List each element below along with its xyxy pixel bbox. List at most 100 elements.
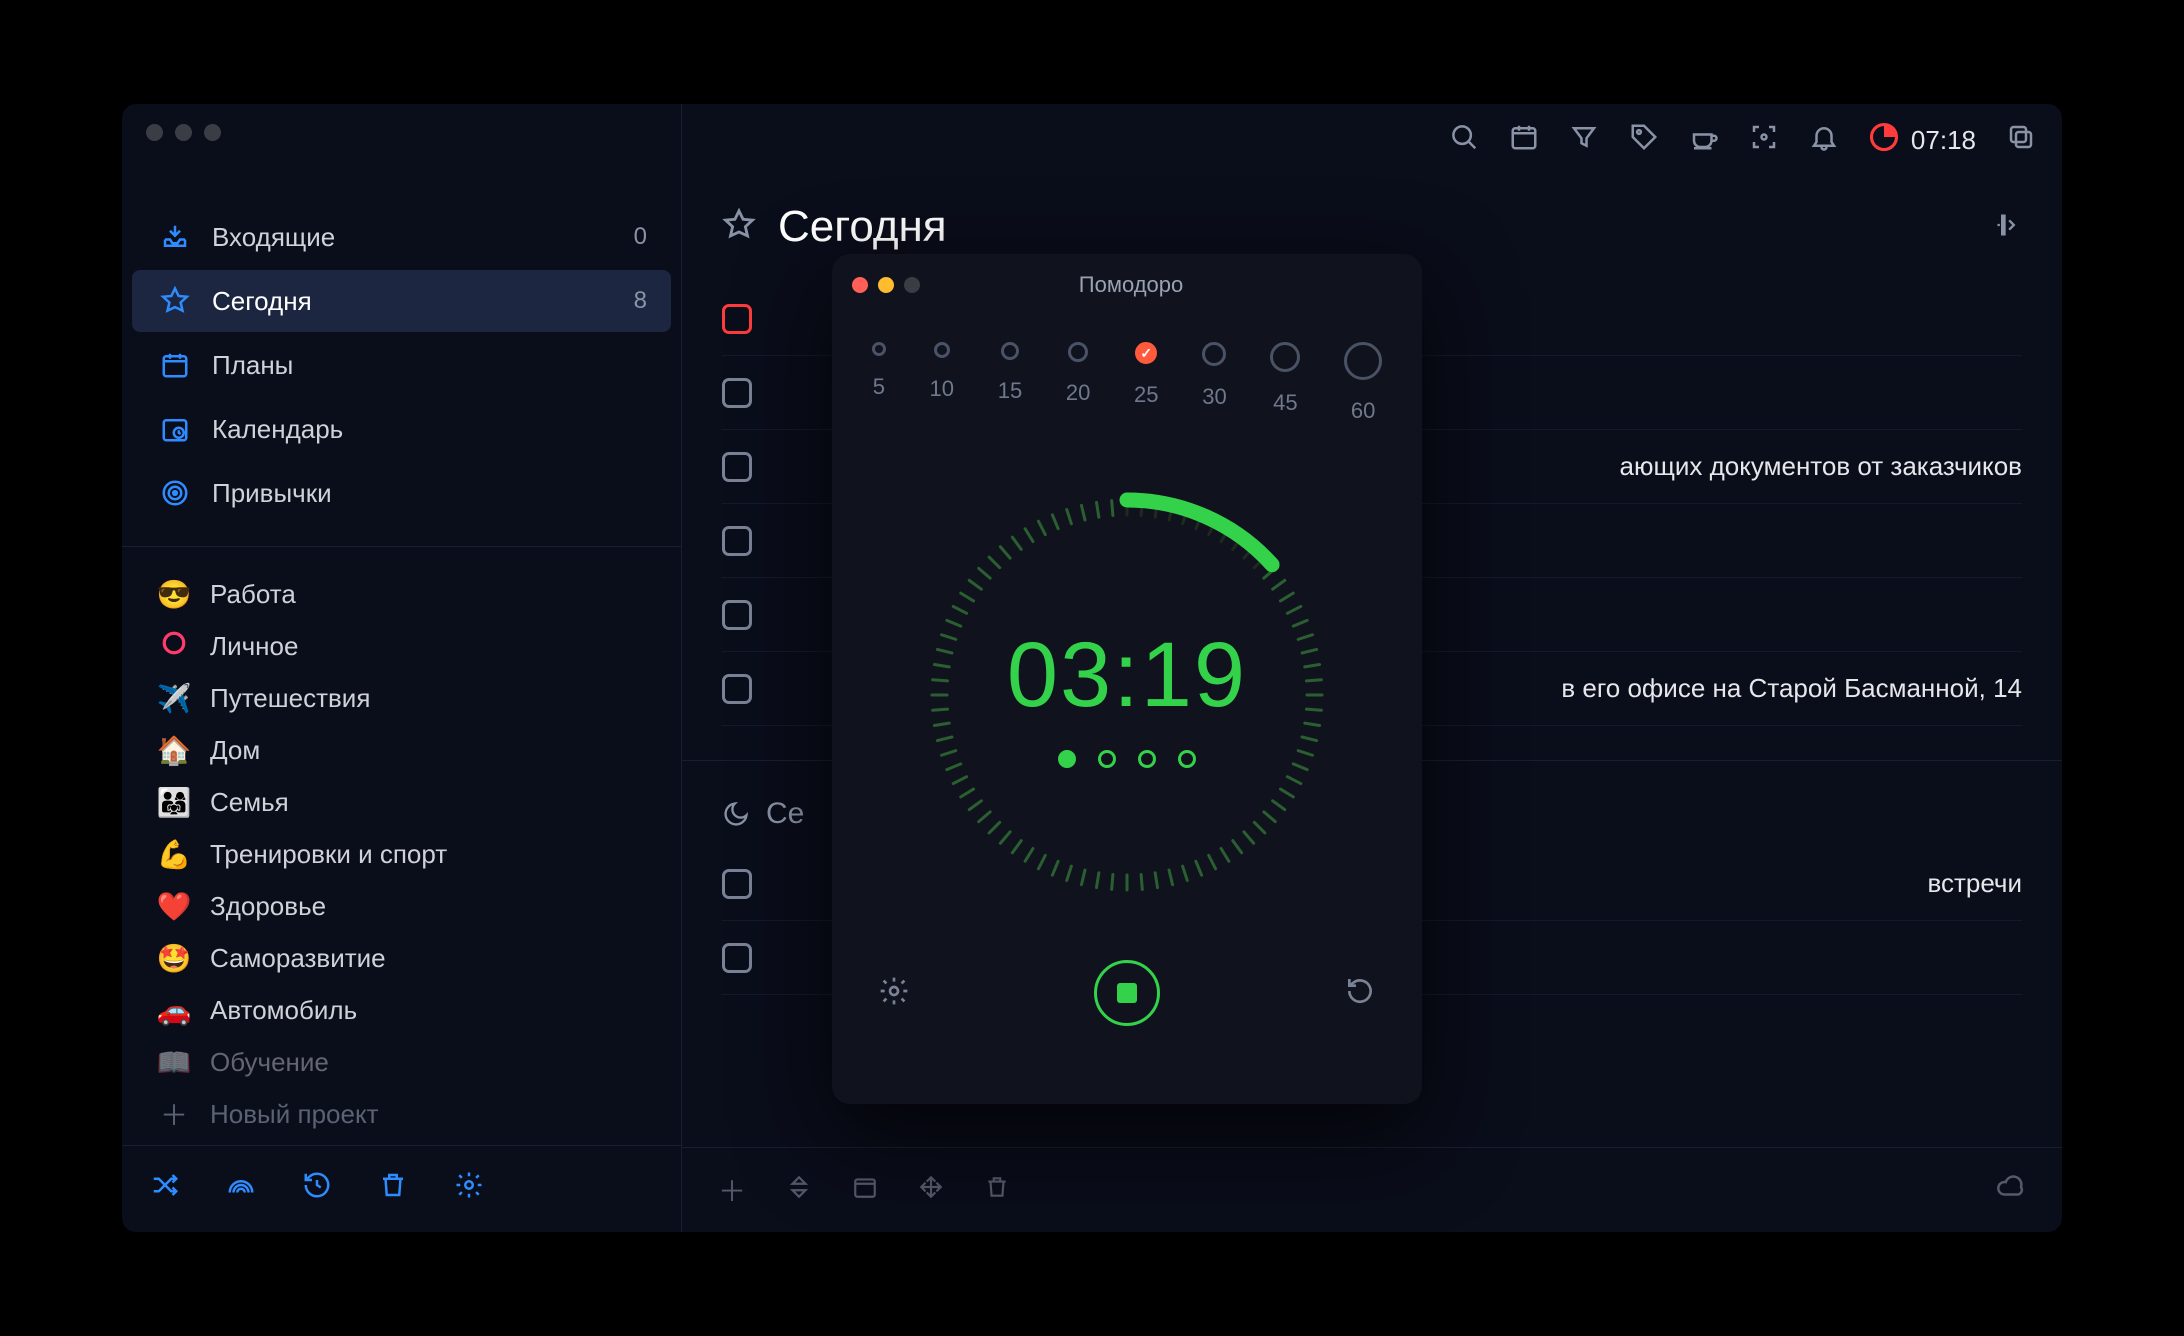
sidebar: Входящие 0 Сегодня 8 Планы Кале [122, 104, 682, 1232]
pomodoro-settings-icon[interactable] [878, 975, 910, 1012]
project-label: Обучение [210, 1047, 329, 1078]
pomodoro-clock: 03:19 [902, 470, 1352, 920]
duration-circle [1001, 342, 1019, 360]
window-close[interactable] [146, 124, 163, 141]
project-emoji-icon: 📖 [156, 1046, 192, 1079]
project-label: Тренировки и спорт [210, 839, 447, 870]
calendar-icon [156, 410, 194, 448]
archive-icon[interactable] [984, 1174, 1010, 1207]
sidebar-item-today[interactable]: Сегодня 8 [132, 270, 671, 332]
favorite-star-icon[interactable] [722, 208, 756, 247]
coffee-icon[interactable] [1689, 122, 1719, 159]
project-item[interactable]: 👨‍👩‍👧Семья [132, 777, 671, 827]
window-minimize[interactable] [175, 124, 192, 141]
trash-icon[interactable] [378, 1170, 408, 1208]
project-label: Саморазвитие [210, 943, 386, 974]
task-checkbox[interactable] [722, 304, 752, 334]
project-item[interactable]: ❤️Здоровье [132, 881, 671, 931]
project-item[interactable]: ✈️Путешествия [132, 673, 671, 723]
sidebar-item-label: Привычки [212, 478, 647, 509]
sidebar-item-label: Входящие [212, 222, 616, 253]
shuffle-icon[interactable] [150, 1170, 180, 1208]
duration-label: 30 [1202, 384, 1226, 410]
duration-circle [872, 342, 886, 356]
project-item[interactable]: 💪 Тренировки и спорт [132, 829, 671, 879]
duration-label: 20 [1066, 380, 1090, 406]
project-item[interactable]: Личное [132, 621, 671, 671]
inbox-icon [156, 218, 194, 256]
pomodoro-duration-picker: 5 10 15 20 25 30 45 60 [832, 316, 1422, 430]
duration-circle [1135, 342, 1157, 364]
sidebar-item-calendar[interactable]: Календарь [132, 398, 671, 460]
copy-icon[interactable] [2006, 122, 2036, 159]
project-label: Работа [210, 579, 296, 610]
project-item[interactable]: 📖 Обучение [132, 1037, 671, 1087]
tag-icon[interactable] [1629, 122, 1659, 159]
priority-icon[interactable] [786, 1174, 812, 1207]
pomodoro-duration-option[interactable]: 20 [1066, 342, 1090, 424]
main-footer: ＋ [682, 1147, 2062, 1232]
pomodoro-time: 03:19 [1007, 623, 1247, 728]
stop-icon [1117, 983, 1137, 1003]
sidebar-item-plans[interactable]: Планы [132, 334, 671, 396]
cloud-sync-icon[interactable] [1996, 1172, 2026, 1209]
new-project-button[interactable]: ＋Новый проект [132, 1089, 671, 1139]
pomodoro-duration-option[interactable]: 45 [1270, 342, 1300, 424]
focus-icon[interactable] [1749, 122, 1779, 159]
task-checkbox[interactable] [722, 674, 752, 704]
duration-circle [1068, 342, 1088, 362]
move-icon[interactable] [918, 1174, 944, 1207]
sidebar-item-habits[interactable]: Привычки [132, 462, 671, 524]
project-emoji-icon: 👨‍👩‍👧 [156, 786, 192, 819]
project-label: Путешествия [210, 683, 370, 714]
add-task-icon[interactable]: ＋ [718, 1170, 746, 1210]
pomodoro-duration-option[interactable]: 25 [1134, 342, 1158, 424]
task-title-fragment: в его офисе на Старой Басманной, 14 [1561, 673, 2022, 704]
pomodoro-stop-button[interactable] [1094, 960, 1160, 1026]
project-emoji-icon: 🤩 [156, 942, 192, 975]
task-checkbox[interactable] [722, 452, 752, 482]
window-zoom[interactable] [204, 124, 221, 141]
pomodoro-duration-option[interactable]: 60 [1344, 342, 1382, 424]
pomodoro-duration-option[interactable]: 5 [872, 342, 886, 424]
moon-icon [722, 800, 750, 828]
cycle-dot [1098, 750, 1116, 768]
project-item[interactable]: 🏠Дом [132, 725, 671, 775]
duration-circle [1202, 342, 1226, 366]
cycle-dot [1138, 750, 1156, 768]
task-checkbox[interactable] [722, 378, 752, 408]
date-icon[interactable] [852, 1174, 878, 1207]
project-emoji-icon: 💪 [156, 838, 192, 871]
filter-icon[interactable] [1569, 122, 1599, 159]
duration-label: 5 [873, 374, 885, 400]
rainbow-icon[interactable] [226, 1170, 256, 1208]
project-label: Здоровье [210, 891, 326, 922]
pomodoro-duration-option[interactable]: 10 [930, 342, 954, 424]
pomodoro-reset-icon[interactable] [1344, 975, 1376, 1012]
pomodoro-cycle-dots [1058, 750, 1196, 768]
cycle-dot [1058, 750, 1076, 768]
sidebar-item-label: Сегодня [212, 286, 616, 317]
new-project-label: Новый проект [210, 1099, 379, 1130]
pomodoro-titlebar: Помодоро [832, 254, 1422, 316]
mac-traffic-lights [146, 124, 221, 141]
pomodoro-duration-option[interactable]: 15 [998, 342, 1022, 424]
pomodoro-timer-icon[interactable] [1869, 122, 1899, 159]
gear-icon[interactable] [454, 1170, 484, 1208]
history-icon[interactable] [302, 1170, 332, 1208]
task-checkbox[interactable] [722, 600, 752, 630]
task-checkbox[interactable] [722, 943, 752, 973]
project-item[interactable]: 🤩 Саморазвитие [132, 933, 671, 983]
duration-label: 45 [1273, 390, 1297, 416]
collapse-all-icon[interactable] [1994, 211, 2022, 244]
calendar-toolbar-icon[interactable] [1509, 122, 1539, 159]
sidebar-item-inbox[interactable]: Входящие 0 [132, 206, 671, 268]
task-checkbox[interactable] [722, 869, 752, 899]
project-item[interactable]: 😎Работа [132, 569, 671, 619]
search-icon[interactable] [1449, 122, 1479, 159]
pomodoro-duration-option[interactable]: 30 [1202, 342, 1226, 424]
project-item[interactable]: 🚗Автомобиль [132, 985, 671, 1035]
project-emoji-icon: 🚗 [156, 994, 192, 1027]
task-checkbox[interactable] [722, 526, 752, 556]
bell-icon[interactable] [1809, 122, 1839, 159]
